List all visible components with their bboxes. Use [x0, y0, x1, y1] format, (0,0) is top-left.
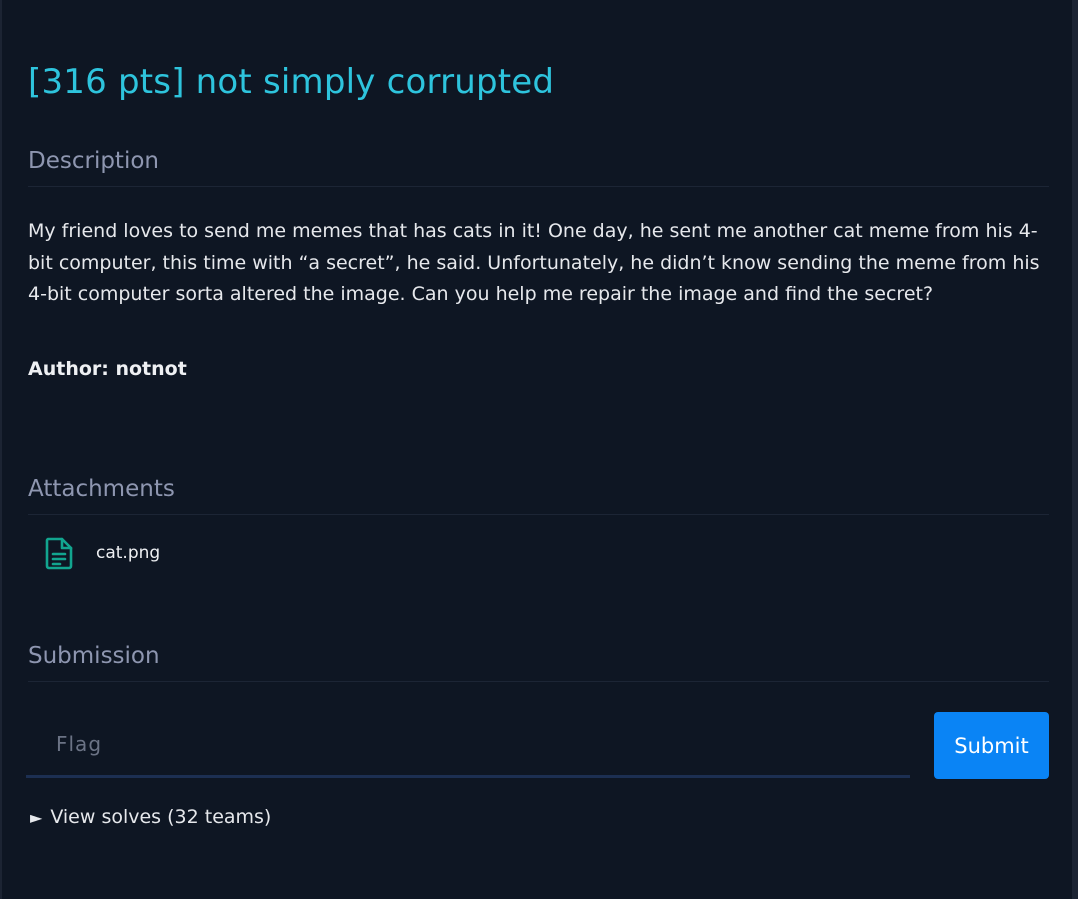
submission-heading: Submission [28, 643, 1049, 682]
challenge-title: [316 pts] not simply corrupted [28, 62, 555, 102]
description-heading: Description [28, 148, 1049, 187]
flag-input[interactable] [26, 712, 910, 778]
submit-button[interactable]: Submit [934, 712, 1049, 779]
disclosure-triangle-icon: ► [30, 807, 43, 827]
view-solves-label: View solves (32 teams) [50, 806, 272, 828]
attachments-heading: Attachments [28, 476, 1049, 515]
view-solves-toggle[interactable]: ► View solves (32 teams) [30, 806, 271, 828]
attachment-link-cat-png[interactable]: cat.png [44, 536, 160, 570]
left-edge-border [0, 0, 2, 899]
file-text-icon [44, 536, 74, 570]
author-label: Author: notnot [28, 358, 187, 380]
attachment-file-name: cat.png [96, 543, 161, 563]
description-text: My friend loves to send me memes that ha… [28, 220, 1040, 305]
right-edge-scrollbar [1072, 0, 1078, 899]
